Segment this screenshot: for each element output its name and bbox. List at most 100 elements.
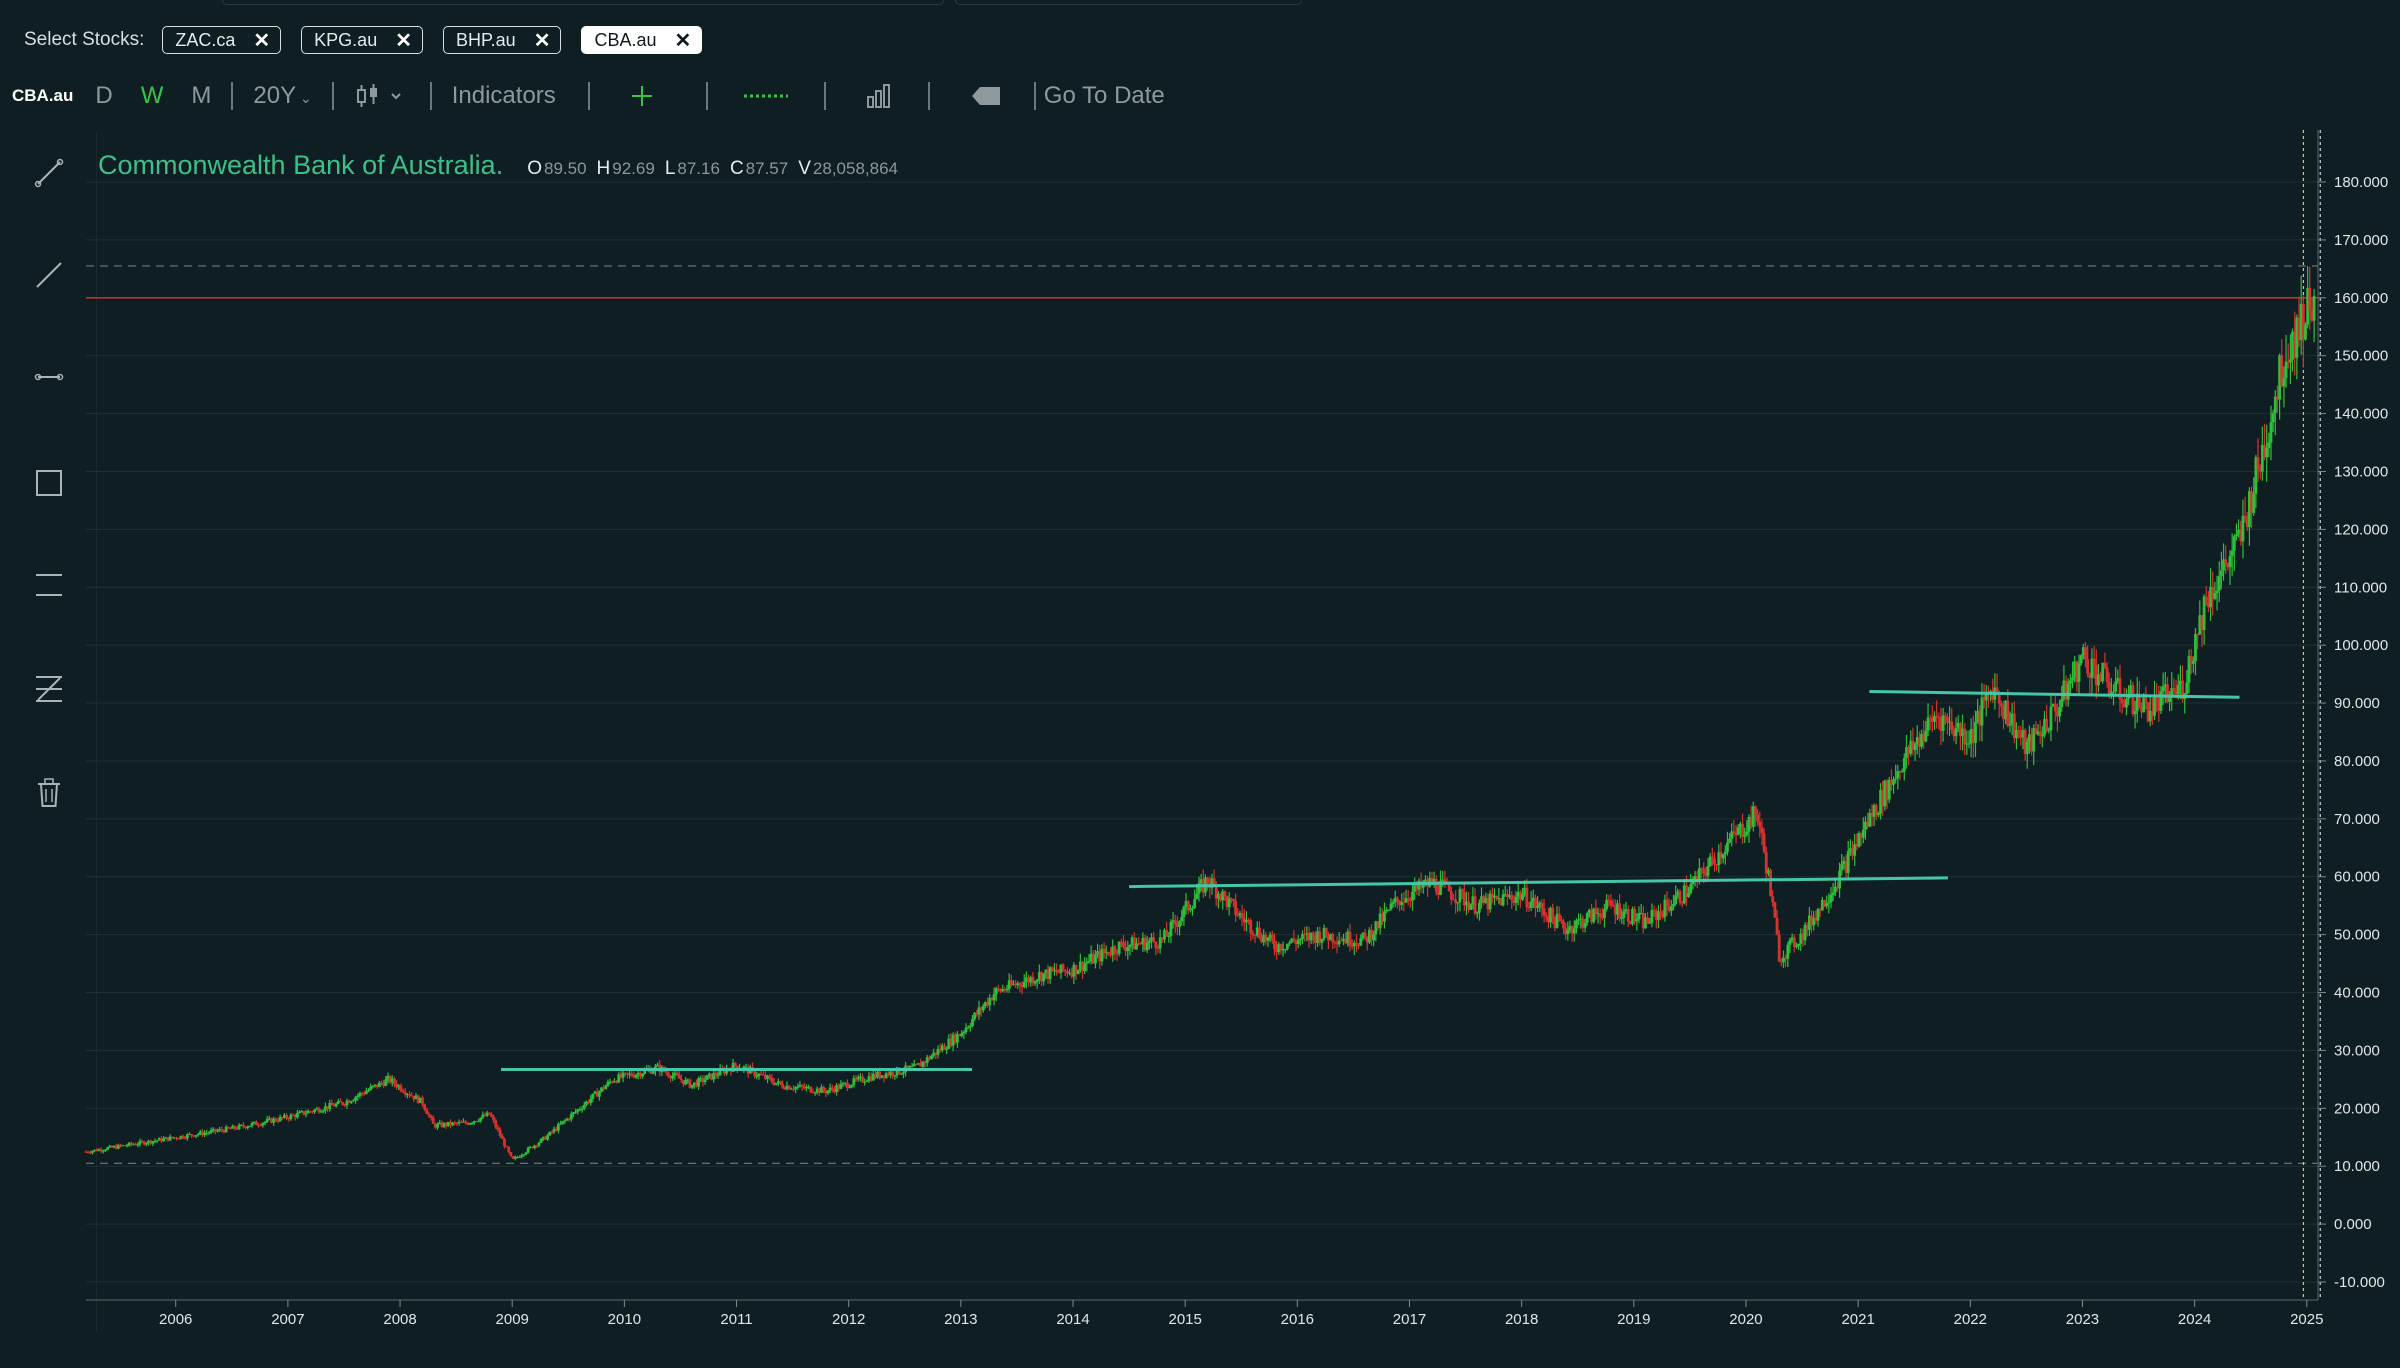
candle-body — [1348, 931, 1352, 946]
trendlines[interactable] — [500, 689, 2240, 1072]
candle-body — [2269, 422, 2273, 443]
candle-body — [1605, 899, 1609, 909]
x-axis: 2006 2007 2008 2009 2010 2011 2012 2013 2014 2015… — [86, 1299, 2323, 1328]
candle-body — [1702, 868, 1706, 874]
candle-body — [1652, 909, 1656, 912]
candle-body — [1754, 806, 1757, 815]
candle-body — [559, 1123, 562, 1125]
y-tick-label: 40.000 — [2334, 985, 2380, 1002]
candle-body — [250, 1123, 254, 1126]
candle-body — [285, 1114, 288, 1119]
candle-body — [2308, 287, 2312, 311]
candle-body — [1147, 940, 1151, 943]
candle-body — [697, 1078, 700, 1087]
candle-body — [477, 1120, 480, 1122]
candle-body — [856, 1077, 860, 1080]
candle-body — [1777, 934, 1781, 962]
candle-body — [1355, 942, 1358, 945]
candle-body — [1288, 942, 1291, 944]
candle-body — [1598, 913, 1602, 918]
candle-body — [539, 1138, 543, 1143]
candle-body — [910, 1066, 914, 1068]
candle-body — [1145, 942, 1149, 951]
candle-body — [518, 1156, 521, 1158]
candle-body — [1928, 717, 1932, 719]
y-tick-label: 150.000 — [2334, 348, 2388, 365]
candle-body — [1607, 899, 1611, 901]
candle-body — [1732, 831, 1736, 834]
candle-body — [2312, 296, 2316, 321]
candle-body — [1941, 715, 1945, 731]
y-tick-label: 140.000 — [2334, 406, 2388, 423]
candle-body — [207, 1132, 211, 1134]
y-tick-label: 20.000 — [2334, 1100, 2380, 1117]
candle-body — [1728, 838, 1731, 843]
candle-body — [1396, 897, 1399, 901]
x-tick-label: 2022 — [1954, 1311, 1987, 1328]
candle-body — [2047, 730, 2051, 732]
y-tick-label: 0.000 — [2334, 1216, 2372, 1233]
candle-body — [1240, 913, 1244, 918]
candle-body — [295, 1112, 299, 1118]
candle-body — [2053, 704, 2057, 712]
candle-body — [369, 1086, 373, 1090]
candle-body — [2265, 447, 2269, 458]
candle-body — [1311, 932, 1315, 936]
candle-body — [1460, 888, 1464, 893]
candle-body — [1954, 728, 1958, 737]
candle-body — [2103, 662, 2107, 668]
candle-body — [1721, 854, 1725, 859]
candle-body — [1861, 829, 1865, 838]
candle-body — [526, 1147, 530, 1153]
candle-body — [768, 1075, 772, 1078]
candle-body — [1559, 919, 1563, 922]
candle-body — [1577, 919, 1581, 921]
candle-body — [1173, 920, 1177, 925]
candle-body — [1234, 901, 1238, 915]
candle-body — [2159, 691, 2163, 711]
candle-body — [1572, 928, 1576, 934]
candle-body — [1980, 697, 1984, 726]
candle-body — [1232, 898, 1235, 902]
candle-body — [1743, 835, 1747, 837]
y-tick-label: 70.000 — [2334, 811, 2380, 828]
candle-body — [561, 1121, 565, 1124]
candle-body — [125, 1145, 129, 1147]
candle-body — [261, 1123, 265, 1126]
candle-body — [1469, 904, 1473, 910]
candle-body — [1521, 894, 1524, 900]
candle-body — [254, 1121, 258, 1126]
candle-body — [509, 1152, 513, 1157]
candle-body — [175, 1137, 178, 1139]
candle-body — [1273, 940, 1276, 950]
candle-body — [2256, 457, 2260, 470]
candle-body — [354, 1097, 358, 1101]
open-key: O — [527, 158, 542, 179]
candle-body — [487, 1112, 491, 1115]
candle-body — [679, 1078, 683, 1081]
candle-body — [2112, 691, 2115, 693]
candle-body — [1726, 842, 1729, 852]
candle-body — [2215, 590, 2219, 594]
y-tick-label: 10.000 — [2334, 1158, 2380, 1175]
candle-body — [1825, 903, 1829, 907]
candle-body — [1434, 878, 1438, 892]
candle-body — [684, 1079, 688, 1085]
candle-body — [822, 1087, 826, 1091]
x-tick-label: 2014 — [1056, 1311, 1089, 1328]
candle-body — [826, 1090, 830, 1094]
candle-body — [1128, 944, 1132, 948]
candle-body — [1536, 905, 1540, 908]
candle-body — [1827, 902, 1831, 904]
candle-body — [1583, 922, 1587, 928]
candle-body — [226, 1126, 230, 1129]
candle-body — [964, 1027, 968, 1032]
candle-body — [2191, 661, 2195, 664]
candle-body — [850, 1084, 854, 1088]
candle-body — [1689, 884, 1693, 894]
candle-body — [91, 1151, 94, 1153]
price-chart[interactable]: -10.000 0.000 10.000 20.000 30.000 40.000 50.0… — [0, 0, 2400, 1368]
candle-body — [796, 1086, 800, 1088]
y-tick-label: 80.000 — [2334, 753, 2380, 770]
low-value: 87.16 — [677, 159, 720, 178]
